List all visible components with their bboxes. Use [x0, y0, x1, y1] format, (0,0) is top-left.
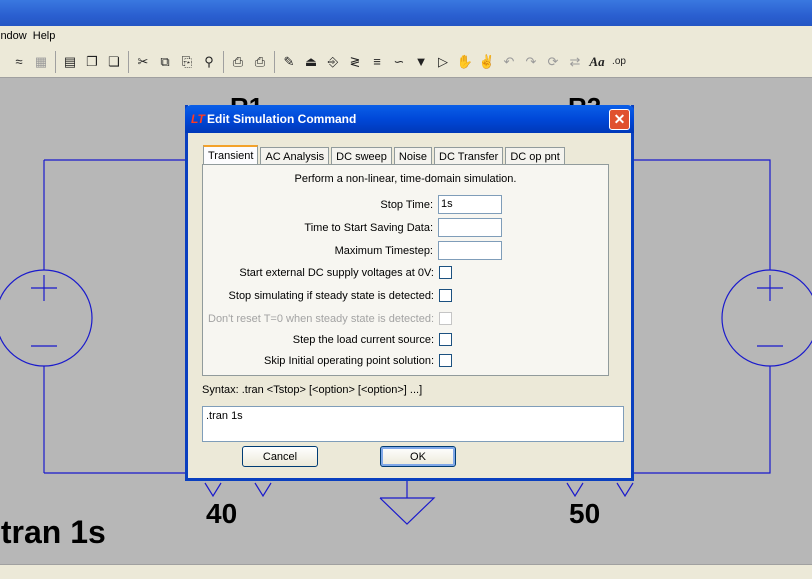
start-dc-zero-label: Start external DC supply voltages at 0V: — [239, 266, 434, 279]
tab-dc-transfer[interactable]: DC Transfer — [434, 147, 504, 165]
dialog-title: Edit Simulation Command — [207, 112, 357, 126]
pencil-icon[interactable]: ✎ — [278, 51, 300, 73]
ltspice-logo-icon: LT — [191, 112, 205, 126]
spice-directive-text[interactable]: .tran 1s — [0, 514, 106, 551]
windows-icon[interactable]: ❏ — [103, 51, 125, 73]
text-icon[interactable]: Aa — [586, 51, 608, 73]
stop-time-label: Stop Time: — [380, 198, 433, 211]
panel-description: Perform a non-linear, time-domain simula… — [294, 173, 517, 185]
analysis-tabs: Transient AC Analysis DC sweep Noise DC … — [203, 145, 567, 165]
tab-transient[interactable]: Transient — [203, 145, 259, 165]
no-reset-t0-row: Don't reset T=0 when steady state is det… — [208, 312, 452, 325]
graph-icon[interactable]: ≈ — [8, 51, 30, 73]
diode-icon[interactable]: ▼ — [410, 51, 432, 73]
step-load-row: Step the load current source: — [293, 333, 452, 346]
mirror-icon[interactable]: ⇄ — [564, 51, 586, 73]
start-saving-input[interactable] — [438, 218, 502, 237]
skip-initial-row: Skip Initial operating point solution: — [264, 354, 452, 367]
skip-initial-label: Skip Initial operating point solution: — [264, 354, 434, 367]
spice-directive-icon[interactable]: .op — [608, 51, 630, 73]
net-label-left: 40 — [206, 498, 238, 529]
dialog-titlebar[interactable]: LT Edit Simulation Command ✕ — [185, 105, 634, 133]
print-setup-icon[interactable]: ⎙ — [227, 51, 249, 73]
component-icon[interactable]: ▷ — [432, 51, 454, 73]
tile-h-icon[interactable]: ▤ — [59, 51, 81, 73]
app-titlebar — [0, 0, 812, 26]
tab-noise[interactable]: Noise — [393, 147, 433, 165]
toolbar: ≈ ▦ ▤ ❐ ❏ ✂ ⧉ ⎘ ⚲ ⎙ ⎙ ✎ ⏏ ⎆ ≷ ≡ ∽ ▼ ▷ ✋ … — [0, 46, 812, 78]
label-icon[interactable]: ⎆ — [322, 51, 344, 73]
hand-drag-icon[interactable]: ✌ — [476, 51, 498, 73]
menu-help[interactable]: Help — [33, 30, 62, 42]
start-saving-label: Time to Start Saving Data: — [304, 221, 433, 234]
find-icon[interactable]: ⚲ — [198, 51, 220, 73]
copy-icon[interactable]: ⧉ — [154, 51, 176, 73]
transient-panel: Perform a non-linear, time-domain simula… — [202, 164, 609, 376]
max-timestep-label: Maximum Timestep: — [334, 244, 433, 257]
tab-ac-analysis[interactable]: AC Analysis — [260, 147, 330, 165]
steady-state-row: Stop simulating if steady state is detec… — [229, 289, 452, 302]
undo-icon[interactable]: ↶ — [498, 51, 520, 73]
step-load-checkbox[interactable] — [439, 333, 452, 346]
redo-icon[interactable]: ↷ — [520, 51, 542, 73]
step-load-label: Step the load current source: — [292, 333, 434, 346]
skip-initial-checkbox[interactable] — [439, 354, 452, 367]
tab-dc-sweep[interactable]: DC sweep — [331, 147, 392, 165]
menu-window[interactable]: indow — [0, 30, 33, 42]
edit-simulation-dialog: LT Edit Simulation Command ✕ Transient A… — [185, 105, 634, 481]
stop-time-input[interactable]: 1s — [438, 195, 502, 214]
syntax-hint: Syntax: .tran <Tstop> [<option> [<option… — [202, 384, 423, 396]
net-label-right: 50 — [569, 498, 601, 529]
capacitor-icon[interactable]: ≡ — [366, 51, 388, 73]
cut-icon[interactable]: ✂ — [132, 51, 154, 73]
print-icon[interactable]: ⎙ — [249, 51, 271, 73]
menubar: indow Help — [0, 26, 812, 46]
command-textbox[interactable]: .tran 1s — [202, 406, 624, 442]
max-timestep-row: Maximum Timestep: — [335, 241, 502, 260]
steady-state-checkbox[interactable] — [439, 289, 452, 302]
no-reset-t0-label: Don't reset T=0 when steady state is det… — [208, 312, 434, 325]
ok-button[interactable]: OK — [380, 446, 456, 467]
start-dc-zero-checkbox[interactable] — [439, 266, 452, 279]
max-timestep-input[interactable] — [438, 241, 502, 260]
inductor-icon[interactable]: ∽ — [388, 51, 410, 73]
steady-state-label: Stop simulating if steady state is detec… — [228, 289, 434, 302]
stop-time-row: Stop Time: 1s — [380, 195, 502, 214]
start-saving-row: Time to Start Saving Data: — [304, 218, 502, 237]
no-reset-t0-checkbox — [439, 312, 452, 325]
cascade-icon[interactable]: ❐ — [81, 51, 103, 73]
close-icon[interactable]: ✕ — [609, 109, 630, 130]
hand-move-icon[interactable]: ✋ — [454, 51, 476, 73]
graph-dim-icon[interactable]: ▦ — [30, 51, 52, 73]
rotate-icon[interactable]: ⟳ — [542, 51, 564, 73]
statusbar — [0, 564, 812, 579]
start-dc-zero-row: Start external DC supply voltages at 0V: — [239, 266, 452, 279]
paste-icon[interactable]: ⎘ — [176, 51, 198, 73]
ground-icon[interactable]: ⏏ — [300, 51, 322, 73]
resistor-icon[interactable]: ≷ — [344, 51, 366, 73]
tab-dc-op-pnt[interactable]: DC op pnt — [505, 147, 565, 165]
cancel-button[interactable]: Cancel — [242, 446, 318, 467]
